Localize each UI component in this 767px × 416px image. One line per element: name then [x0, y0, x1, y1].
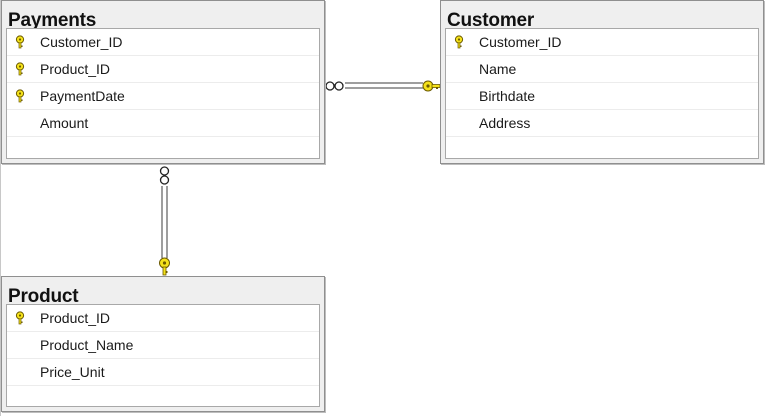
table-payments[interactable]: Payments Customer_ID Product_ID PaymentD…	[1, 0, 325, 164]
relationship-payments-product[interactable]	[159, 166, 170, 276]
primary-key-icon	[452, 35, 466, 49]
column-grid: Product_ID Product_Name Price_Unit	[6, 304, 320, 407]
many-end-infinity-icon	[159, 166, 170, 185]
primary-key-icon	[13, 62, 27, 76]
empty-column-row[interactable]	[7, 137, 319, 164]
column-grid: Customer_ID Product_ID PaymentDate Amoun…	[6, 28, 320, 159]
column-name: Product_ID	[40, 310, 111, 326]
column-name: Customer_ID	[479, 34, 562, 50]
diagram-canvas: Payments Customer_ID Product_ID PaymentD…	[0, 0, 767, 416]
column-row[interactable]: Product_ID	[7, 305, 319, 332]
primary-key-icon	[13, 35, 27, 49]
column-row[interactable]: Name	[446, 56, 758, 83]
empty-column-row[interactable]	[446, 137, 758, 164]
column-name: Price_Unit	[40, 364, 105, 380]
column-row[interactable]: PaymentDate	[7, 83, 319, 110]
primary-key-icon	[13, 311, 27, 325]
column-name: Name	[479, 61, 517, 77]
column-row[interactable]: Product_Name	[7, 332, 319, 359]
column-name: Customer_ID	[40, 34, 123, 50]
column-row[interactable]: Address	[446, 110, 758, 137]
column-name: Address	[479, 115, 531, 131]
column-name: Product_Name	[40, 337, 134, 353]
column-row[interactable]: Amount	[7, 110, 319, 137]
column-row[interactable]: Price_Unit	[7, 359, 319, 386]
column-name: PaymentDate	[40, 88, 125, 104]
one-end-key-icon	[159, 257, 170, 276]
table-customer[interactable]: Customer Customer_ID Name Birthdate Addr…	[440, 0, 764, 164]
relationship-payments-customer[interactable]	[325, 80, 441, 92]
table-product[interactable]: Product Product_ID Product_Name Price_Un…	[1, 276, 325, 412]
empty-column-row[interactable]	[7, 386, 319, 413]
one-end-key-icon	[422, 80, 441, 92]
column-name: Product_ID	[40, 61, 111, 77]
column-row[interactable]: Birthdate	[446, 83, 758, 110]
many-end-infinity-icon	[325, 81, 344, 91]
column-row[interactable]: Product_ID	[7, 56, 319, 83]
column-name: Birthdate	[479, 88, 536, 104]
column-row[interactable]: Customer_ID	[446, 29, 758, 56]
column-name: Amount	[40, 115, 89, 131]
primary-key-icon	[13, 89, 27, 103]
column-grid: Customer_ID Name Birthdate Address	[445, 28, 759, 159]
column-row[interactable]: Customer_ID	[7, 29, 319, 56]
